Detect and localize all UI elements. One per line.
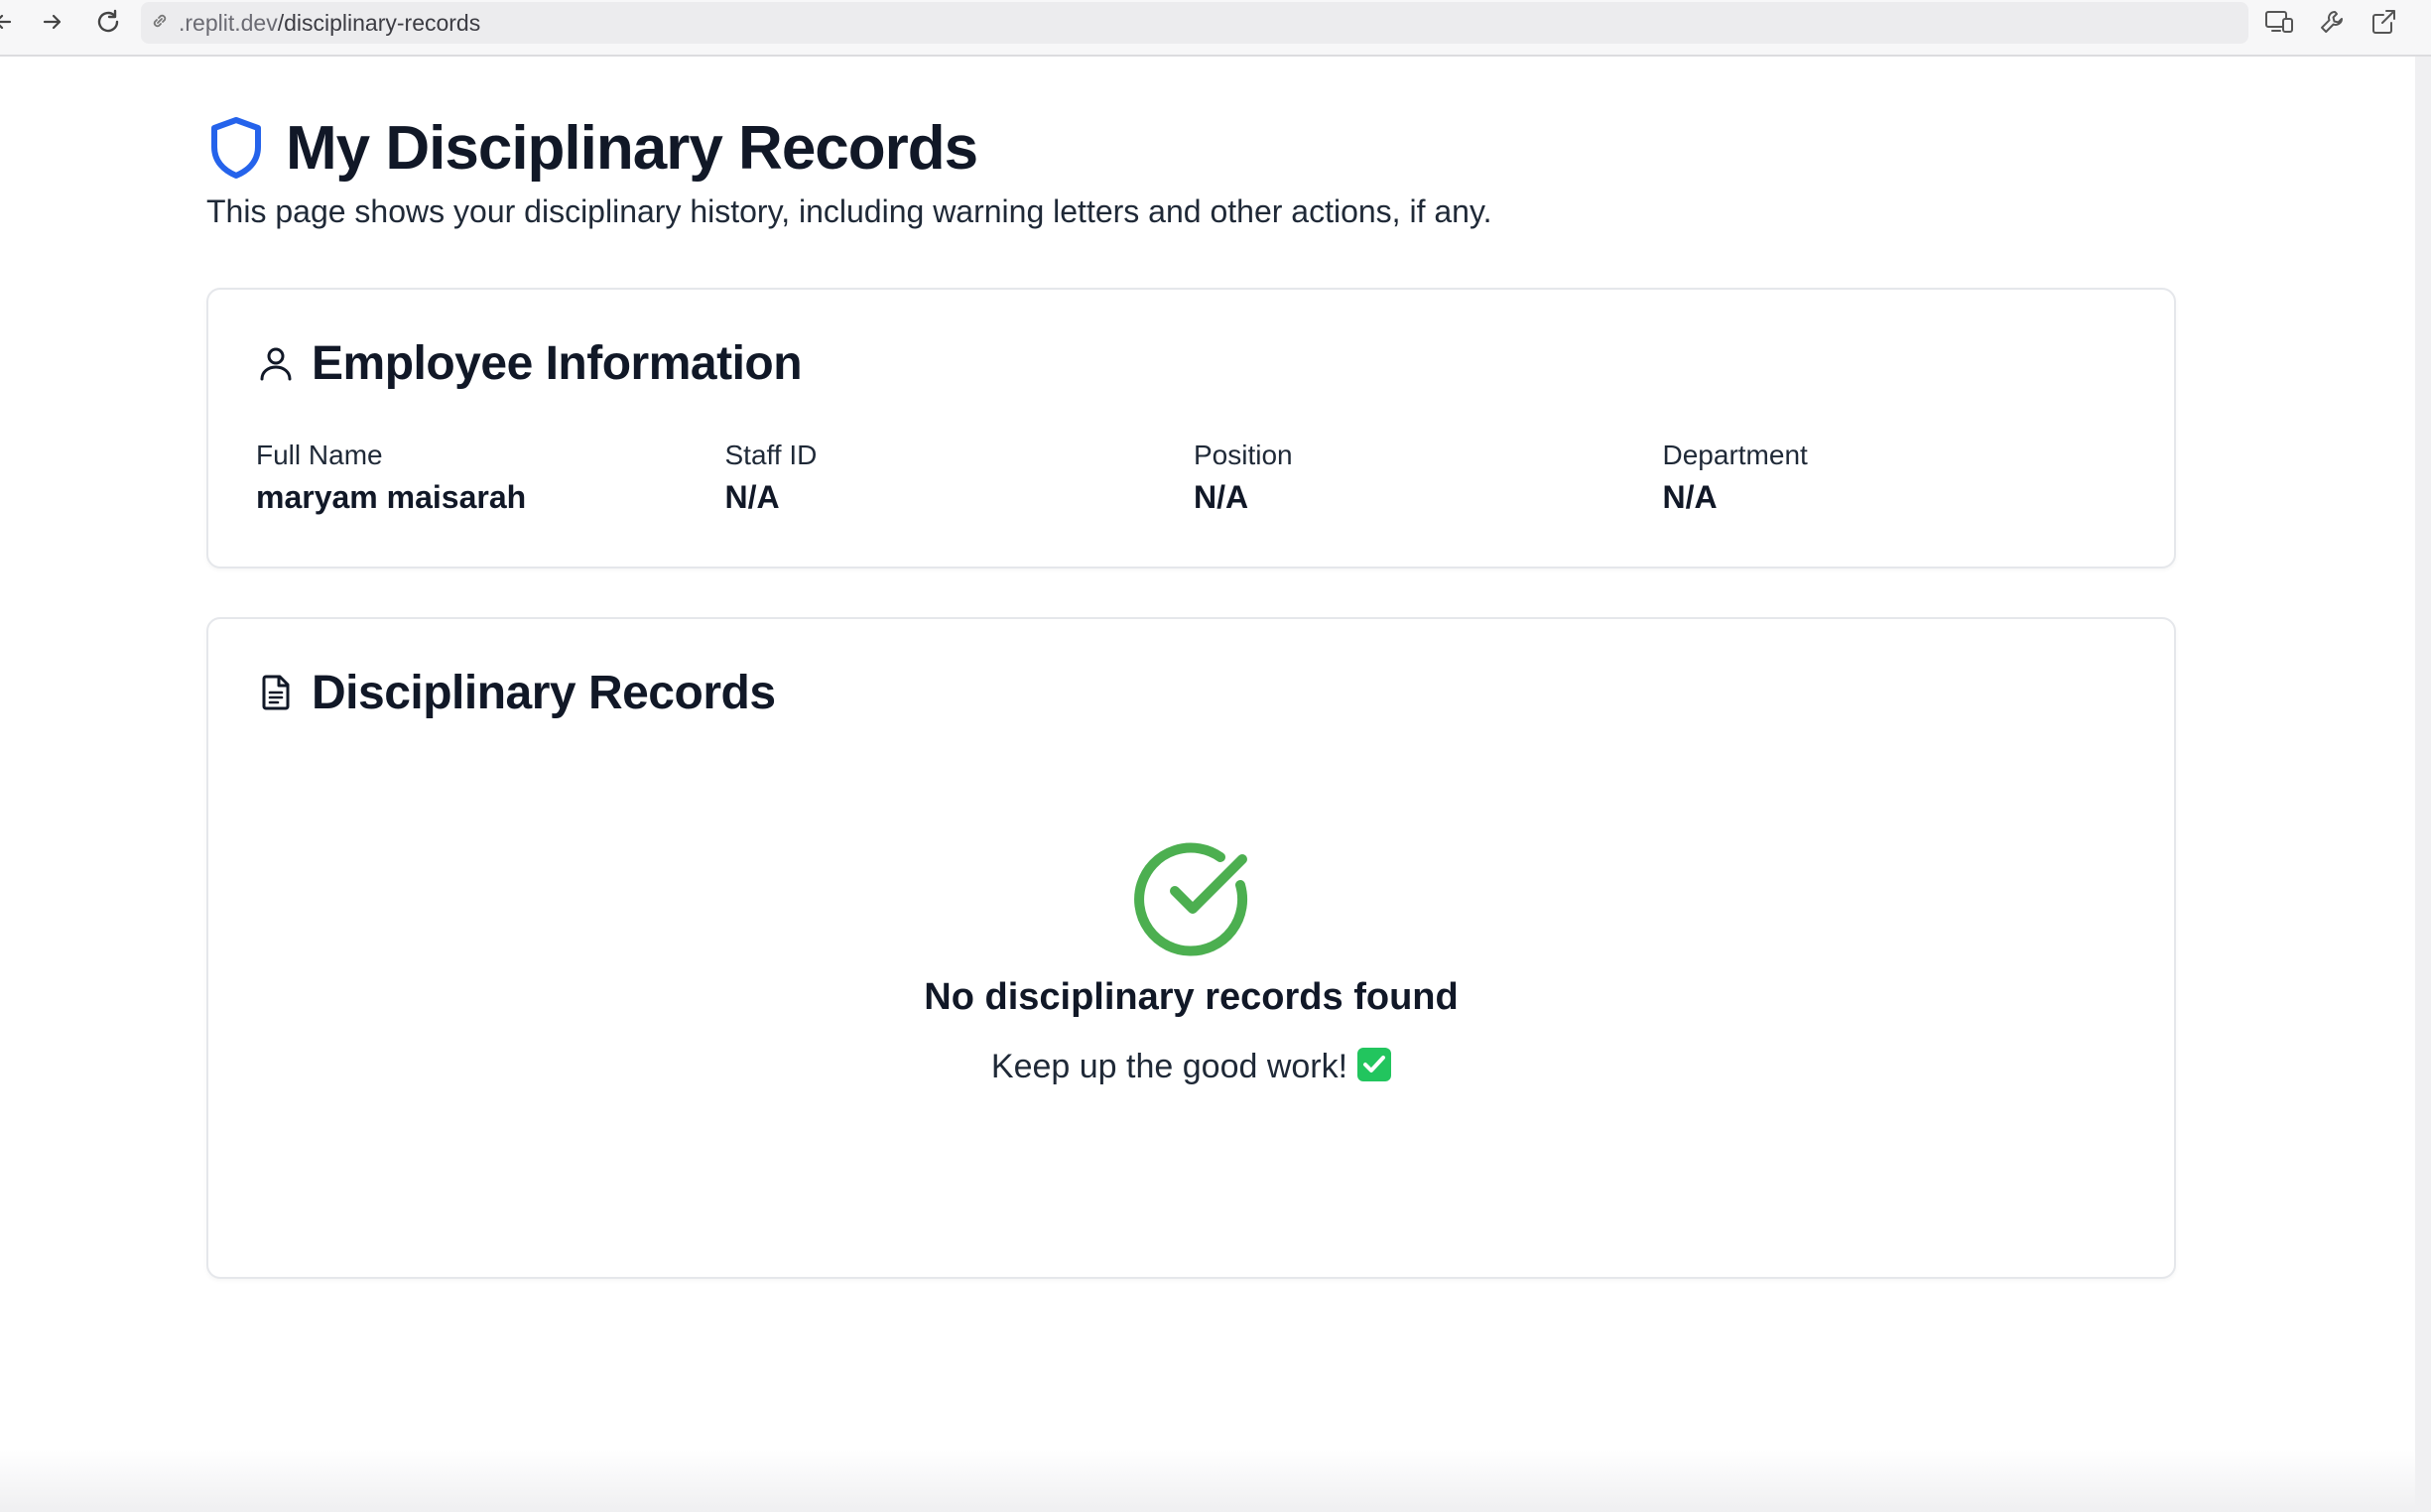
- check-mark-emoji-icon: [1357, 1048, 1392, 1081]
- link-icon: [149, 10, 171, 37]
- empty-state-message: Keep up the good work!: [990, 1048, 1348, 1085]
- page-title: My Disciplinary Records: [286, 113, 978, 183]
- address-bar[interactable]: .replit.dev/disciplinary-records: [141, 2, 2248, 44]
- url-text: .replit.dev/disciplinary-records: [179, 10, 480, 37]
- field-value: maryam maisarah: [256, 479, 527, 515]
- url-prefix: .replit.dev: [179, 9, 278, 36]
- page-subtitle: This page shows your disciplinary histor…: [206, 193, 1492, 229]
- url-path: /disciplinary-records: [277, 9, 481, 36]
- field-label: Department: [1662, 440, 1808, 470]
- shield-icon: [211, 117, 261, 179]
- disciplinary-records-card: Disciplinary Records No disciplinary rec…: [206, 617, 2176, 1279]
- browser-toolbar: .replit.dev/disciplinary-records: [0, 0, 2431, 57]
- forward-icon[interactable]: [28, 2, 77, 42]
- employee-info-card: Employee Information Full Name maryam ma…: [206, 288, 2176, 568]
- field-label: Full Name: [256, 440, 383, 470]
- devices-icon[interactable]: [2254, 2, 2304, 42]
- back-icon[interactable]: [0, 2, 28, 42]
- field-staff-id: Staff ID N/A: [725, 437, 1195, 520]
- field-position: Position N/A: [1194, 437, 1663, 520]
- empty-state-title: No disciplinary records found: [924, 976, 1459, 1018]
- empty-state-message-row: Keep up the good work!: [208, 1048, 2174, 1086]
- bottom-edge-shadow: [0, 1450, 2415, 1512]
- page-header: My Disciplinary Records: [206, 108, 978, 188]
- open-external-icon[interactable]: [2359, 2, 2408, 42]
- field-full-name: Full Name maryam maisarah: [256, 437, 725, 520]
- field-value: N/A: [724, 479, 780, 515]
- check-circle-icon: [1134, 842, 1247, 956]
- empty-state: No disciplinary records found Keep up th…: [208, 619, 2174, 1277]
- field-department: Department N/A: [1663, 437, 2132, 520]
- field-label: Staff ID: [724, 440, 818, 470]
- field-label: Position: [1194, 440, 1293, 470]
- employee-info-grid: Full Name maryam maisarah Staff ID N/A P…: [256, 437, 2131, 520]
- field-value: N/A: [1194, 479, 1249, 515]
- employee-info-header: Employee Information: [256, 333, 803, 393]
- user-icon: [260, 347, 292, 381]
- field-value: N/A: [1662, 479, 1718, 515]
- wrench-icon[interactable]: [2307, 2, 2357, 42]
- employee-info-title: Employee Information: [312, 336, 803, 390]
- reload-icon[interactable]: [83, 2, 133, 42]
- scrollbar-track[interactable]: [2415, 57, 2431, 1512]
